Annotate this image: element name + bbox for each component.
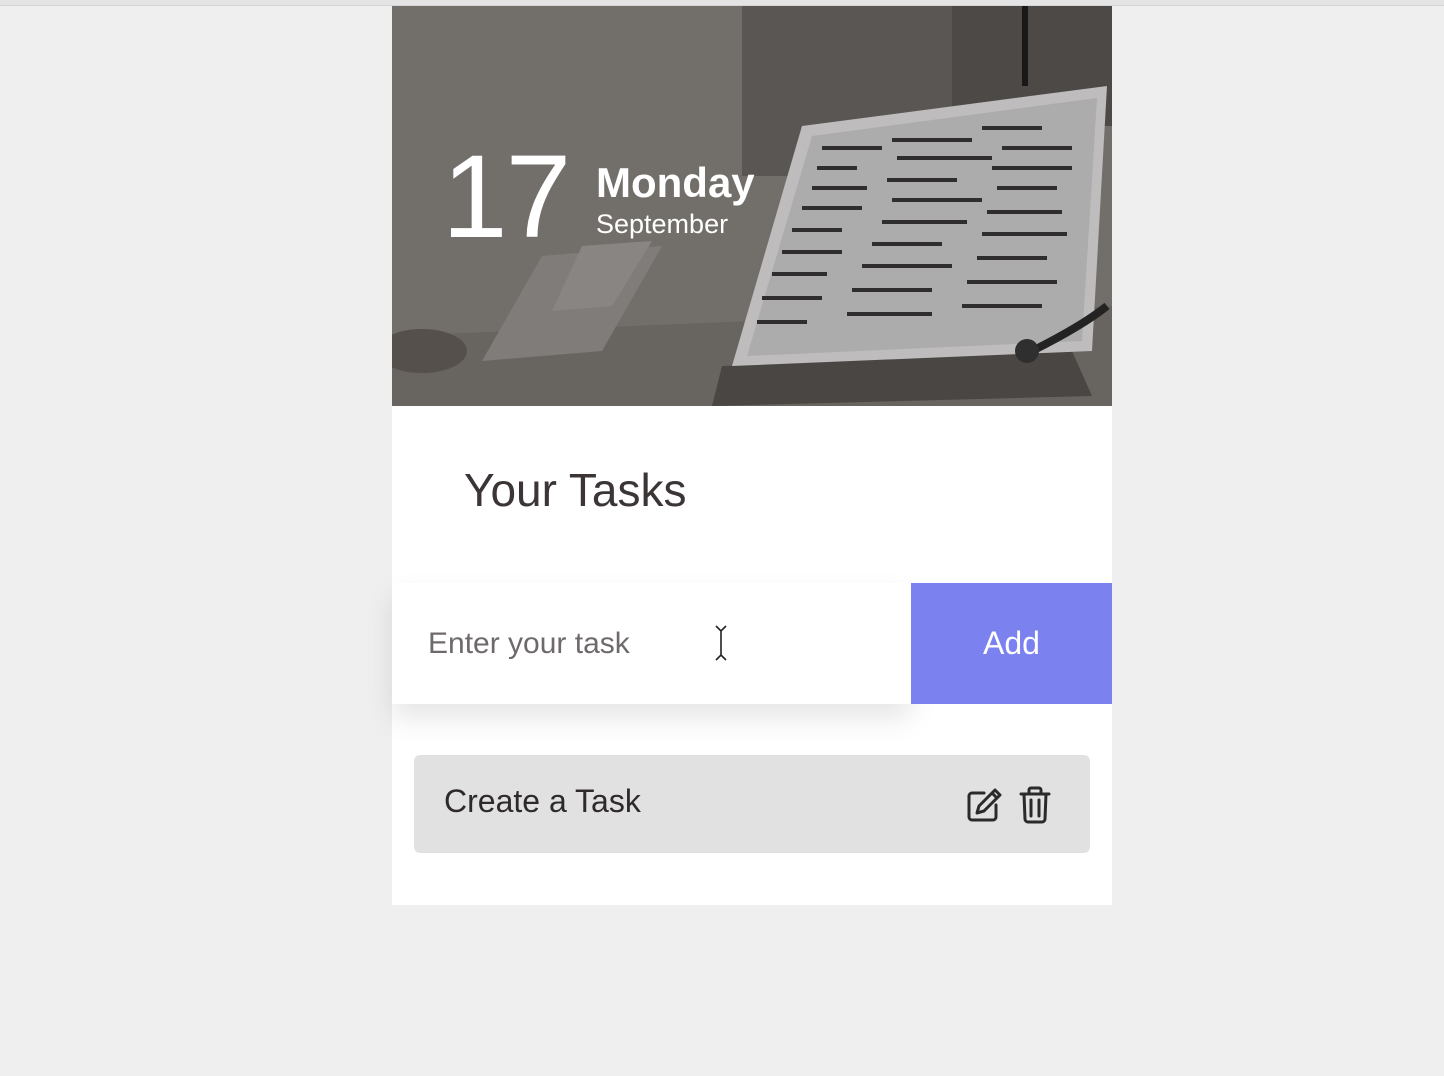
task-item: Create a Task (414, 755, 1090, 853)
tasks-heading: Your Tasks (464, 464, 687, 516)
day-number: 17 (442, 131, 571, 263)
text-cursor-icon (715, 625, 727, 661)
todo-card: 17 Monday September Your Tasks Add Creat… (392, 6, 1112, 905)
month-label: September (596, 209, 729, 239)
add-button[interactable]: Add (911, 583, 1112, 704)
task-input[interactable] (392, 583, 911, 704)
header-banner: 17 Monday September (392, 6, 1112, 406)
edit-icon[interactable] (964, 785, 1004, 825)
weekday-label: Monday (596, 159, 755, 206)
add-task-form: Add (392, 583, 1112, 704)
task-label: Create a Task (444, 783, 641, 819)
trash-icon[interactable] (1018, 785, 1058, 825)
